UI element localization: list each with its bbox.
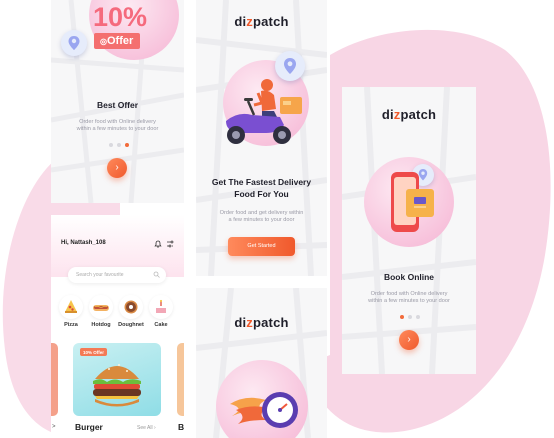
doughnut-icon <box>124 300 138 314</box>
filter-icon[interactable] <box>166 240 174 248</box>
book-title: Book Online <box>383 272 435 282</box>
prev-section-arrow[interactable]: > <box>52 424 56 430</box>
right-card-edge <box>177 343 184 416</box>
burger-offer-card[interactable]: 10% Offer <box>73 343 161 416</box>
cake-icon <box>156 299 166 313</box>
logo-text: dizpatch <box>381 107 437 122</box>
page-dot[interactable] <box>117 143 121 147</box>
search-input-placeholder: Search your favourite <box>76 272 124 278</box>
screen-home: Hi, Nattash_108 Search your favourite Pi… <box>51 215 184 438</box>
screen-speed: dizpatch <box>196 288 327 438</box>
burger-image <box>93 364 141 407</box>
offer-page-indicator <box>109 143 129 147</box>
pizza-icon <box>65 300 77 313</box>
category-pizza[interactable] <box>59 295 83 319</box>
get-started-button[interactable]: Get Started <box>228 237 295 256</box>
greeting: Hi, Nattash_108 <box>61 240 106 246</box>
location-pin-icon <box>68 36 80 50</box>
location-pin-badge <box>61 30 87 56</box>
search-bar[interactable]: Search your favourite <box>68 267 166 283</box>
speed-logo: dizpatch <box>196 315 327 330</box>
speedometer-flame-illustration <box>230 392 298 428</box>
book-logo: dizpatch <box>342 107 476 122</box>
search-icon[interactable] <box>153 271 160 278</box>
logo-text: dizpatch <box>234 14 289 29</box>
offer-percent: 10% <box>93 2 148 32</box>
next-section-title: B <box>178 422 184 432</box>
offer-tag-icon: ◎ <box>100 37 107 46</box>
screen-best-offer: 10% ◎Offer Best Offer Order food with On… <box>51 0 184 203</box>
see-all-link[interactable]: See All › <box>137 425 156 431</box>
offer-next-button[interactable]: › <box>107 158 127 178</box>
page-dot[interactable] <box>408 315 412 319</box>
category-cake[interactable] <box>149 295 173 319</box>
logo-accent-letter: z <box>246 14 253 29</box>
offer-ribbon: ◎Offer <box>94 33 140 49</box>
hotdog-icon <box>93 305 109 311</box>
page-dot-active[interactable] <box>125 143 129 147</box>
bell-icon[interactable] <box>154 240 162 248</box>
section-title: Burger <box>75 422 103 432</box>
chevron-right-icon: › <box>115 162 119 173</box>
page-dot[interactable] <box>109 143 113 147</box>
offer-subtitle-2: within a few minutes to your door <box>76 126 159 132</box>
delivery-subtitle-2: a few minutes to your door <box>228 217 295 223</box>
logo-accent-letter: z <box>246 315 253 330</box>
book-page-indicator <box>400 315 420 319</box>
offer-title: Best Offer <box>96 100 139 110</box>
page-dot-active[interactable] <box>400 315 404 319</box>
chevron-right-icon: › <box>407 334 411 345</box>
offer-label: Offer <box>106 35 134 47</box>
delivery-title-1: Get The Fastest Delivery <box>211 177 312 187</box>
delivery-title-2: Food For You <box>234 189 289 199</box>
category-hotdog[interactable] <box>89 295 113 319</box>
left-card-edge <box>51 343 58 416</box>
chevron-right-icon: › <box>153 425 156 431</box>
screen-fastest-delivery: dizpatch Get The Fastest Delivery Food F… <box>196 0 327 276</box>
delivery-logo: dizpatch <box>196 14 327 29</box>
phone-illustration <box>391 172 434 232</box>
book-next-button[interactable]: › <box>399 330 419 350</box>
screen-book-online: dizpatch Book Online Order food with Onl… <box>342 87 476 374</box>
delivery-scooter-illustration <box>226 79 302 144</box>
logo-accent-letter: z <box>393 107 401 122</box>
category-doughnut[interactable] <box>119 295 143 319</box>
book-subtitle-2: within a few minutes to your door <box>368 298 450 304</box>
logo-text: dizpatch <box>234 315 289 330</box>
category-label: Doughnet <box>118 322 144 328</box>
see-all-label: See All <box>137 425 153 431</box>
page-dot[interactable] <box>416 315 420 319</box>
category-label: Cake <box>154 322 168 328</box>
category-label: Hotdog <box>91 322 111 328</box>
category-label: Pizza <box>64 322 78 328</box>
